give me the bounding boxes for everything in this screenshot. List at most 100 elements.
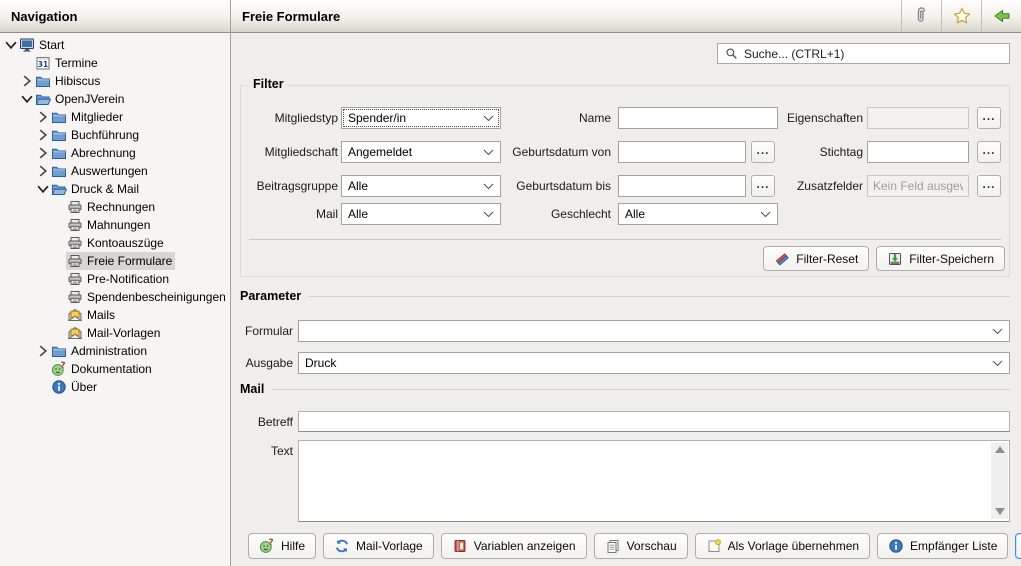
- nav-item-auswertungen[interactable]: Auswertungen: [0, 162, 229, 180]
- nav-item-body[interactable]: Buchführung: [50, 126, 142, 144]
- navigation-panel: Navigation Start 31 Termine Hibiscus OpenJVe…: [0, 0, 231, 566]
- chevron-right-icon[interactable]: [36, 344, 50, 358]
- nav-item-body[interactable]: Spendenbescheinigungen: [66, 288, 229, 306]
- formular-select[interactable]: [298, 320, 1010, 342]
- mail-value: Alle: [348, 207, 369, 221]
- nav-item-label: Termine: [55, 56, 98, 70]
- chevron-down-icon[interactable]: [20, 92, 34, 106]
- filter-reset-button[interactable]: Filter-Reset: [763, 246, 870, 271]
- zusatzfelder-label: Zusatzfelder: [796, 179, 863, 193]
- chevron-right-icon[interactable]: [36, 110, 50, 124]
- nav-item-hibiscus[interactable]: Hibiscus: [0, 72, 229, 90]
- nav-item-label: Start: [39, 38, 65, 52]
- nav-item-mail-vorlagen[interactable]: Mail-Vorlagen: [0, 324, 229, 342]
- nav-item-dokumentation[interactable]: ? Dokumentation: [0, 360, 229, 378]
- nav-selection[interactable]: Freie Formulare: [66, 252, 176, 270]
- nav-item-body[interactable]: Start: [18, 36, 67, 54]
- mitgliedschaft-select[interactable]: Angemeldet: [341, 141, 501, 163]
- mail-vorlage-button[interactable]: Mail-Vorlage: [323, 533, 434, 559]
- chevron-right-icon[interactable]: [36, 128, 50, 142]
- nav-item-body[interactable]: Über: [50, 378, 100, 396]
- nav-item-mails[interactable]: Mails: [0, 306, 229, 324]
- nav-item-freie-formulare[interactable]: Freie Formulare: [0, 252, 229, 270]
- navigation-title: Navigation: [11, 8, 78, 24]
- stichtag-input[interactable]: [867, 141, 969, 163]
- mail-select[interactable]: Alle: [341, 203, 501, 225]
- nav-item-kontoausz-ge[interactable]: Kontoauszüge: [0, 234, 229, 252]
- svg-text:31: 31: [38, 60, 48, 69]
- nav-item-body[interactable]: ? Dokumentation: [50, 360, 155, 378]
- nav-item-body[interactable]: Mahnungen: [66, 216, 153, 234]
- starten-button[interactable]: Starten: [1015, 533, 1021, 559]
- mail-text-scrollbar[interactable]: [991, 442, 1008, 519]
- nav-item-body[interactable]: Auswertungen: [50, 162, 151, 180]
- nav-item-start[interactable]: Start: [0, 36, 229, 54]
- geburtsdatum-bis-input[interactable]: [618, 175, 746, 197]
- variablen-anzeigen-button[interactable]: Variablen anzeigen: [440, 533, 587, 559]
- zusatzfelder-browse-button[interactable]: ...: [977, 175, 1001, 197]
- eigenschaften-browse-button[interactable]: ...: [977, 107, 1001, 129]
- nav-item-body[interactable]: Mitglieder: [50, 108, 126, 126]
- vorschau-button[interactable]: Vorschau: [593, 533, 688, 559]
- hilfe-button[interactable]: ? Hilfe: [248, 533, 317, 559]
- nav-tree: Start 31 Termine Hibiscus OpenJVerein Mitglie…: [0, 36, 229, 396]
- geschlecht-select[interactable]: Alle: [618, 203, 778, 225]
- nav-item-openjverein[interactable]: OpenJVerein: [0, 90, 229, 108]
- nav-item-body[interactable]: Hibiscus: [34, 72, 103, 90]
- nav-item-body[interactable]: Pre-Notification: [66, 270, 172, 288]
- nav-item-body[interactable]: Mail-Vorlagen: [66, 324, 163, 342]
- nav-item-label: Auswertungen: [71, 164, 148, 178]
- nav-item-spendenbescheinigungen[interactable]: Spendenbescheinigungen: [0, 288, 229, 306]
- nav-item-mahnungen[interactable]: Mahnungen: [0, 216, 229, 234]
- mail-label: Mail: [315, 207, 338, 221]
- mail-text-area[interactable]: [298, 440, 1010, 522]
- save-icon: [887, 251, 903, 267]
- nav-item-label: Hibiscus: [55, 74, 101, 88]
- nav-item-body[interactable]: Druck & Mail: [50, 180, 142, 198]
- chevron-down-icon[interactable]: [4, 38, 18, 52]
- chevron-right-icon[interactable]: [36, 146, 50, 160]
- empf-nger-liste-button[interactable]: Empfänger Liste: [877, 533, 1009, 559]
- betreff-input[interactable]: [298, 411, 1010, 432]
- nav-item-body[interactable]: OpenJVerein: [34, 90, 127, 108]
- nav-item-body[interactable]: Kontoauszüge: [66, 234, 167, 252]
- nav-item-body[interactable]: Administration: [50, 342, 150, 360]
- nav-item-mitglieder[interactable]: Mitglieder: [0, 108, 229, 126]
- nav-item-pre-notification[interactable]: Pre-Notification: [0, 270, 229, 288]
- nav-item-body[interactable]: 31 Termine: [34, 54, 101, 72]
- stichtag-browse-button[interactable]: ...: [977, 141, 1001, 163]
- filter-speichern-button[interactable]: Filter-Speichern: [876, 246, 1005, 271]
- folder-icon: [35, 73, 51, 89]
- scroll-down-icon[interactable]: [994, 508, 1005, 515]
- eigenschaften-input: [867, 107, 969, 129]
- ausgabe-select[interactable]: Druck: [298, 352, 1010, 374]
- chevron-down-icon: [992, 360, 1003, 367]
- nav-item-buchf-hrung[interactable]: Buchführung: [0, 126, 229, 144]
- nav-item-ber[interactable]: Über: [0, 378, 229, 396]
- chevron-right-icon[interactable]: [36, 164, 50, 178]
- als-vorlage-bernehmen-button[interactable]: Als Vorlage übernehmen: [694, 533, 871, 559]
- scroll-up-icon[interactable]: [994, 446, 1005, 453]
- nav-item-label: Buchführung: [71, 128, 140, 142]
- nav-item-rechnungen[interactable]: Rechnungen: [0, 198, 229, 216]
- back-arrow-button[interactable]: [981, 0, 1021, 32]
- chevron-right-icon[interactable]: [20, 74, 34, 88]
- folder-icon: [51, 343, 67, 359]
- beitragsgruppe-select[interactable]: Alle: [341, 175, 501, 197]
- star-button[interactable]: [941, 0, 981, 32]
- paperclip-button[interactable]: [901, 0, 941, 32]
- search-input[interactable]: Suche... (CTRL+1): [717, 43, 1010, 64]
- nav-item-body[interactable]: Abrechnung: [50, 144, 139, 162]
- nav-item-administration[interactable]: Administration: [0, 342, 229, 360]
- nav-item-termine[interactable]: 31 Termine: [0, 54, 229, 72]
- nav-item-body[interactable]: Mails: [66, 306, 118, 324]
- nav-item-druck-mail[interactable]: Druck & Mail: [0, 180, 229, 198]
- geburtsdatum-von-input[interactable]: [618, 141, 746, 163]
- nav-item-abrechnung[interactable]: Abrechnung: [0, 144, 229, 162]
- nav-item-body[interactable]: Rechnungen: [66, 198, 158, 216]
- mitgliedstyp-select[interactable]: Spender/in: [341, 107, 501, 129]
- chevron-down-icon[interactable]: [36, 182, 50, 196]
